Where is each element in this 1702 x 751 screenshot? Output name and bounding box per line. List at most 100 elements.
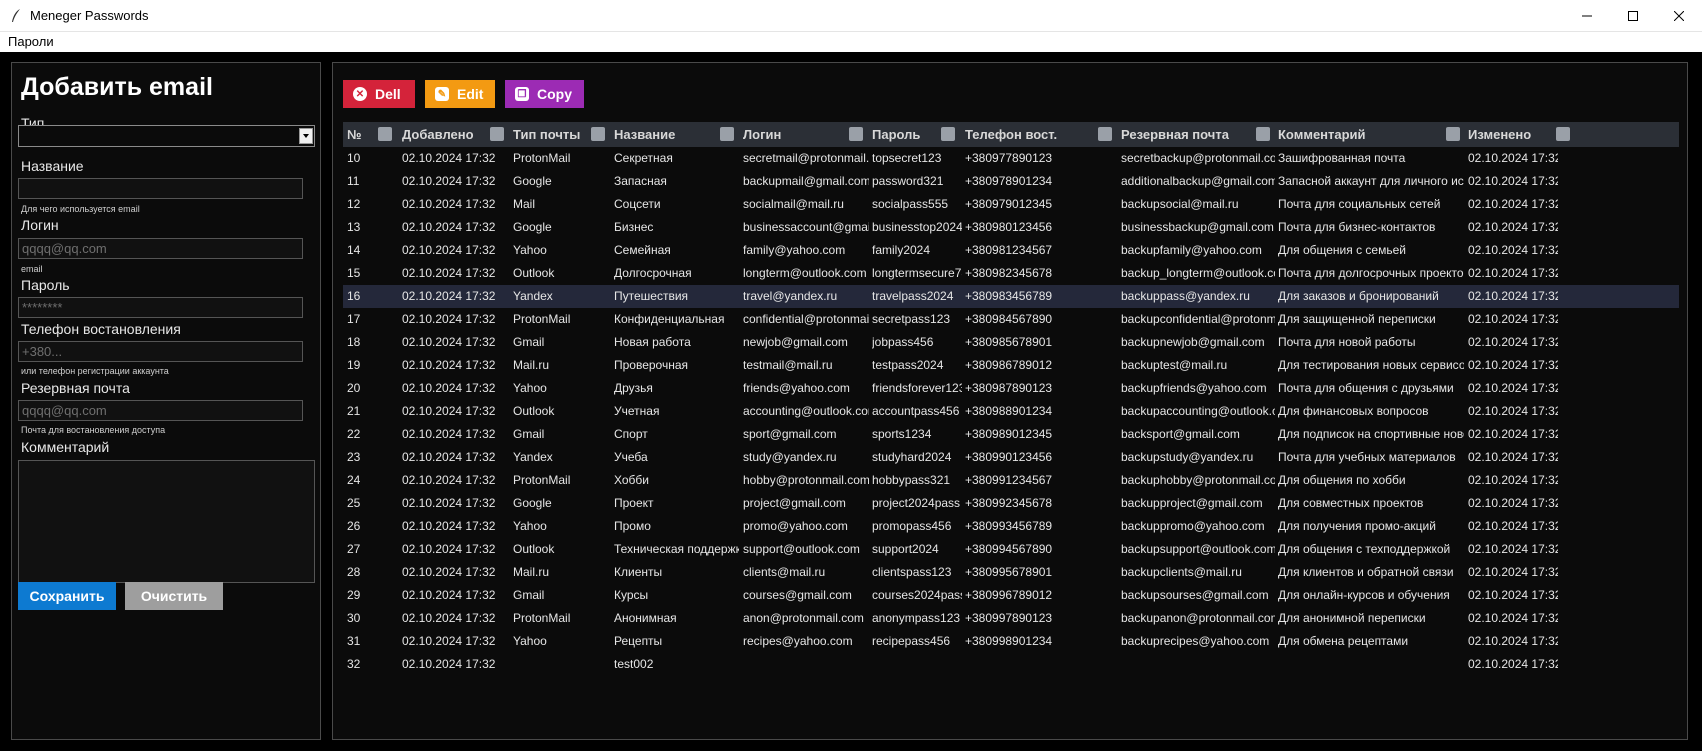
form-title: Добавить email [21, 73, 213, 101]
cell-backup-email: businessbackup@gmail.com [1121, 220, 1274, 234]
cell-added: 02.10.2024 17:32 [402, 220, 496, 234]
cell-added: 02.10.2024 17:32 [402, 151, 496, 165]
phone-input[interactable] [18, 341, 303, 362]
cell-login: secretmail@protonmail.c [743, 151, 869, 165]
chevron-down-icon[interactable] [299, 128, 313, 144]
cell-phone: +380984567890 [965, 312, 1053, 326]
cell-modified: 02.10.2024 17:32 [1468, 542, 1558, 556]
table-row[interactable]: 13 02.10.2024 17:32 Google Бизнес businessac… [343, 216, 1679, 239]
column-header-comment[interactable]: Комментарий [1278, 122, 1366, 147]
cell-login: clients@mail.ru [743, 565, 826, 579]
backup-email-input[interactable] [18, 400, 303, 421]
table-row[interactable]: 10 02.10.2024 17:32 ProtonMail Секретная sec… [343, 147, 1679, 170]
menu-passwords[interactable]: Пароли [8, 34, 54, 49]
cell-email-type: Google [513, 220, 552, 234]
table-row[interactable]: 30 02.10.2024 17:32 ProtonMail Анонимная ano… [343, 607, 1679, 630]
cell-number: 32 [347, 657, 361, 671]
cell-login: accounting@outlook.cor [743, 404, 869, 418]
cell-backup-email: secretbackup@protonmail.com [1121, 151, 1275, 165]
column-header-phone[interactable]: Телефон вост. [965, 122, 1057, 147]
cell-email-type: Gmail [513, 588, 545, 602]
table-row[interactable]: 11 02.10.2024 17:32 Google Запасная backupma… [343, 170, 1679, 193]
table-row[interactable]: 16 02.10.2024 17:32 Yandex Путешествия trave… [343, 285, 1679, 308]
maximize-button[interactable] [1610, 0, 1656, 32]
cell-phone: +380996789012 [965, 588, 1053, 602]
table-row[interactable]: 31 02.10.2024 17:32 Yahoo Рецепты recipes@ya… [343, 630, 1679, 653]
table-row[interactable]: 17 02.10.2024 17:32 ProtonMail Конфиденциал… [343, 308, 1679, 331]
name-input[interactable] [18, 178, 303, 199]
table-row[interactable]: 26 02.10.2024 17:32 Yahoo Промо promo@yahoo.… [343, 515, 1679, 538]
column-header-password[interactable]: Пароль [872, 122, 920, 147]
table-row[interactable]: 18 02.10.2024 17:32 Gmail Новая работа newjo… [343, 331, 1679, 354]
cell-password: project2024pass [872, 496, 961, 510]
cell-name: Курсы [614, 588, 649, 602]
cell-name: Проверочная [614, 358, 689, 372]
table-row[interactable]: 21 02.10.2024 17:32 Outlook Учетная accounti… [343, 400, 1679, 423]
column-header-added[interactable]: Добавлено [402, 122, 474, 147]
cell-number: 31 [347, 634, 361, 648]
clear-button[interactable]: Очистить [125, 582, 223, 610]
column-header-number[interactable]: № [347, 122, 362, 147]
cell-modified: 02.10.2024 17:32 [1468, 611, 1558, 625]
cell-backup-email: backuppass@yandex.ru [1121, 289, 1250, 303]
cell-number: 26 [347, 519, 361, 533]
copy-button[interactable]: ❐ Copy [505, 80, 584, 108]
cell-email-type: Mail [513, 197, 536, 211]
emails-table-panel: ✕ Dell ✎ Edit ❐ Copy № Добавлено Тип почты… [332, 62, 1688, 740]
at-sign-icon [1256, 127, 1270, 141]
cell-login: support@outlook.com [743, 542, 860, 556]
phone-icon [1098, 127, 1112, 141]
table-row[interactable]: 29 02.10.2024 17:32 Gmail Курсы courses@gmai… [343, 584, 1679, 607]
cell-phone: +380985678901 [965, 335, 1053, 349]
cell-added: 02.10.2024 17:32 [402, 496, 496, 510]
table-row[interactable]: 14 02.10.2024 17:32 Yahoo Семейная family@ya… [343, 239, 1679, 262]
cell-password: clientspass123 [872, 565, 952, 579]
cell-password: accountpass456 [872, 404, 960, 418]
comment-textarea[interactable] [18, 460, 315, 583]
cell-added: 02.10.2024 17:32 [402, 565, 496, 579]
cell-number: 10 [347, 151, 361, 165]
delete-button[interactable]: ✕ Dell [343, 80, 415, 108]
cell-password: secretpass123 [872, 312, 951, 326]
column-header-login[interactable]: Логин [743, 122, 781, 147]
cell-comment: Почта для новой работы [1278, 335, 1416, 349]
table-row[interactable]: 20 02.10.2024 17:32 Yahoo Друзья friends@yah… [343, 377, 1679, 400]
table-row[interactable]: 28 02.10.2024 17:32 Mail.ru Клиенты clients@… [343, 561, 1679, 584]
cell-name: Хобби [614, 473, 649, 487]
cell-name: Путешествия [614, 289, 689, 303]
table-row[interactable]: 19 02.10.2024 17:32 Mail.ru Проверочная test… [343, 354, 1679, 377]
cell-backup-email: backsport@gmail.com [1121, 427, 1240, 441]
comment-label: Комментарий [21, 439, 110, 455]
column-header-modified[interactable]: Изменено [1468, 122, 1531, 147]
cell-name: Секретная [614, 151, 673, 165]
table-row[interactable]: 32 02.10.2024 17:32 test002 02.10.2024 17:3… [343, 653, 1679, 676]
save-button[interactable]: Сохранить [18, 582, 116, 610]
table-row[interactable]: 22 02.10.2024 17:32 Gmail Спорт sport@gmail.… [343, 423, 1679, 446]
edit-button[interactable]: ✎ Edit [425, 80, 495, 108]
close-button[interactable] [1656, 0, 1702, 32]
column-header-name[interactable]: Название [614, 122, 675, 147]
table-row[interactable]: 15 02.10.2024 17:32 Outlook Долгосрочная lon… [343, 262, 1679, 285]
phone-hint: или телефон регистрации аккаунта [21, 366, 169, 376]
table-row[interactable]: 27 02.10.2024 17:32 Outlook Техническая под… [343, 538, 1679, 561]
column-header-email-type[interactable]: Тип почты [513, 122, 580, 147]
table-row[interactable]: 12 02.10.2024 17:32 Mail Соцсети socialmail@… [343, 193, 1679, 216]
table-row[interactable]: 25 02.10.2024 17:32 Google Проект project@gm… [343, 492, 1679, 515]
login-input[interactable] [18, 238, 303, 259]
minimize-button[interactable] [1564, 0, 1610, 32]
cell-comment: Зашифрованная почта [1278, 151, 1406, 165]
cell-comment: Почта для бизнес-контактов [1278, 220, 1436, 234]
cell-phone: +380980123456 [965, 220, 1053, 234]
table-row[interactable]: 23 02.10.2024 17:32 Yandex Учеба study@yande… [343, 446, 1679, 469]
type-select[interactable] [18, 125, 315, 147]
cell-name: Учеба [614, 450, 648, 464]
column-header-backup-email[interactable]: Резервная почта [1121, 122, 1229, 147]
cell-password: longtermsecure78 [872, 266, 962, 280]
cell-backup-email: backupaccounting@outlook.co [1121, 404, 1275, 418]
table-row[interactable]: 24 02.10.2024 17:32 ProtonMail Хобби hobby@p… [343, 469, 1679, 492]
cell-phone: +380978901234 [965, 174, 1053, 188]
window-titlebar: Meneger Passwords [0, 0, 1702, 32]
cell-number: 29 [347, 588, 361, 602]
password-input[interactable] [18, 297, 303, 318]
cell-name: Соцсети [614, 197, 661, 211]
